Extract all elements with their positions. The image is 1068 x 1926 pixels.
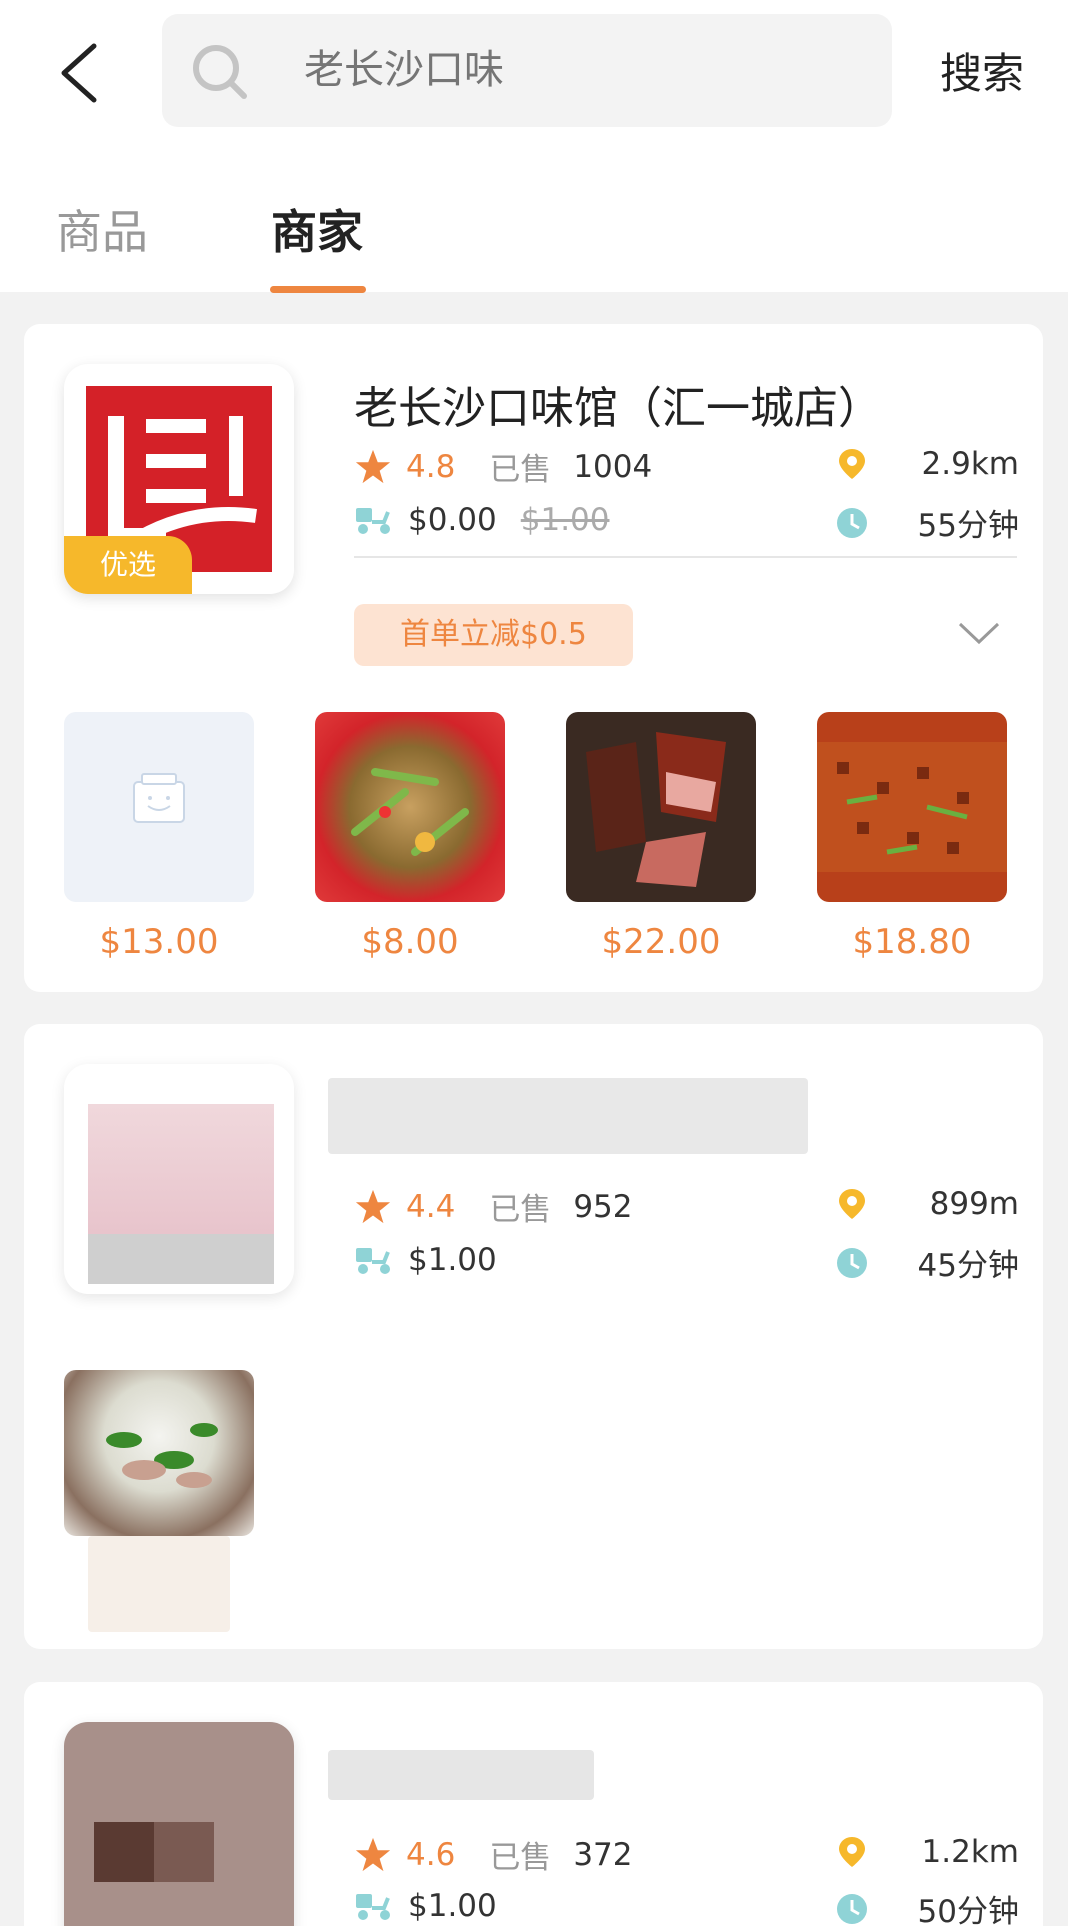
delivery-fee: $0.00 [408,501,497,538]
product-image[interactable] [566,712,756,902]
distance-info: 899m [835,1184,1019,1222]
shop-card[interactable]: 4.6 已售 372 1.2km $1.00 50分钟 [24,1682,1043,1926]
header: 搜索 商品 商家 [0,0,1068,293]
distance: 899m [929,1185,1019,1222]
shop-logo [64,1722,294,1926]
sold-count: 372 [573,1836,633,1873]
rating-row: 4.4 已售 952 [354,1184,632,1229]
location-pin-icon [839,1188,865,1219]
product-price-blurred [88,1536,230,1632]
rating: 4.6 [406,1836,456,1873]
sold-label: 已售 [489,1192,552,1228]
product-price: $22.00 [601,922,721,962]
clock-icon [837,507,867,538]
time-info: 55分钟 [835,500,1019,545]
search-box[interactable] [162,14,892,127]
delivery-time: 50分钟 [917,1894,1019,1926]
shop-name-blurred [328,1078,808,1154]
search-icon [193,45,247,99]
distance: 1.2km [921,1833,1019,1870]
sold-label: 已售 [489,1840,552,1876]
product-price: $18.80 [852,922,972,962]
shop-name-blurred [328,1750,594,1800]
rating-row: 4.6 已售 372 [354,1832,632,1877]
delivery-time: 45分钟 [917,1248,1019,1284]
clock-icon [837,1893,867,1924]
delivery-row: $1.00 [354,1886,497,1924]
rating: 4.8 [406,448,456,485]
delivery-row: $1.00 [354,1240,497,1278]
star-icon [355,1837,391,1871]
product-price: $13.00 [99,922,219,962]
delivery-fee: $1.00 [408,1887,497,1924]
product-image[interactable] [817,712,1007,902]
image-placeholder-icon [133,773,185,823]
distance-info: 2.9km [835,444,1019,482]
time-info: 50分钟 [835,1886,1019,1926]
divider [354,556,1017,558]
clock-icon [837,1247,867,1278]
star-icon [355,1189,391,1223]
rating: 4.4 [406,1188,456,1225]
sold-label: 已售 [489,452,552,488]
tab-goods[interactable]: 商品 [56,196,148,262]
distance-info: 1.2km [835,1832,1019,1870]
sold-count: 952 [573,1188,633,1225]
shop-name: 老长沙口味馆（汇一城店） [354,383,882,434]
search-input[interactable] [304,14,844,127]
promo-tag: 首单立减$0.5 [354,604,633,666]
product-image[interactable] [64,1370,254,1536]
delivery-time: 55分钟 [917,508,1019,544]
delivery-row: $0.00 $1.00 [354,500,610,538]
delivery-scooter-icon [356,1893,390,1920]
location-pin-icon [839,1836,865,1867]
delivery-scooter-icon [356,1247,390,1274]
tab-shops[interactable]: 商家 [271,196,363,262]
back-arrow-icon[interactable] [50,38,110,108]
shop-logo: 优选 [64,364,294,594]
product-image[interactable] [315,712,505,902]
delivery-fee: $1.00 [408,1241,497,1278]
star-icon [355,449,391,483]
time-info: 45分钟 [835,1240,1019,1285]
product-price: $8.00 [361,922,459,962]
sold-count: 1004 [573,448,653,485]
shop-card[interactable]: 4.4 已售 952 899m $1.00 45分钟 [24,1024,1043,1649]
shop-card[interactable]: 优选 老长沙口味馆（汇一城店） 4.8 已售 1004 2.9km $0.00 $1.… [24,324,1043,992]
featured-badge: 优选 [64,536,192,594]
rating-row: 4.8 已售 1004 [354,444,652,489]
distance: 2.9km [921,445,1019,482]
delivery-scooter-icon [356,507,390,534]
chevron-down-icon[interactable] [954,612,1004,652]
active-tab-indicator [270,286,366,293]
product-image-placeholder[interactable] [64,712,254,902]
delivery-fee-original: $1.00 [520,501,610,538]
location-pin-icon [839,448,865,479]
shop-logo [64,1064,294,1294]
search-button[interactable]: 搜索 [940,40,1024,101]
